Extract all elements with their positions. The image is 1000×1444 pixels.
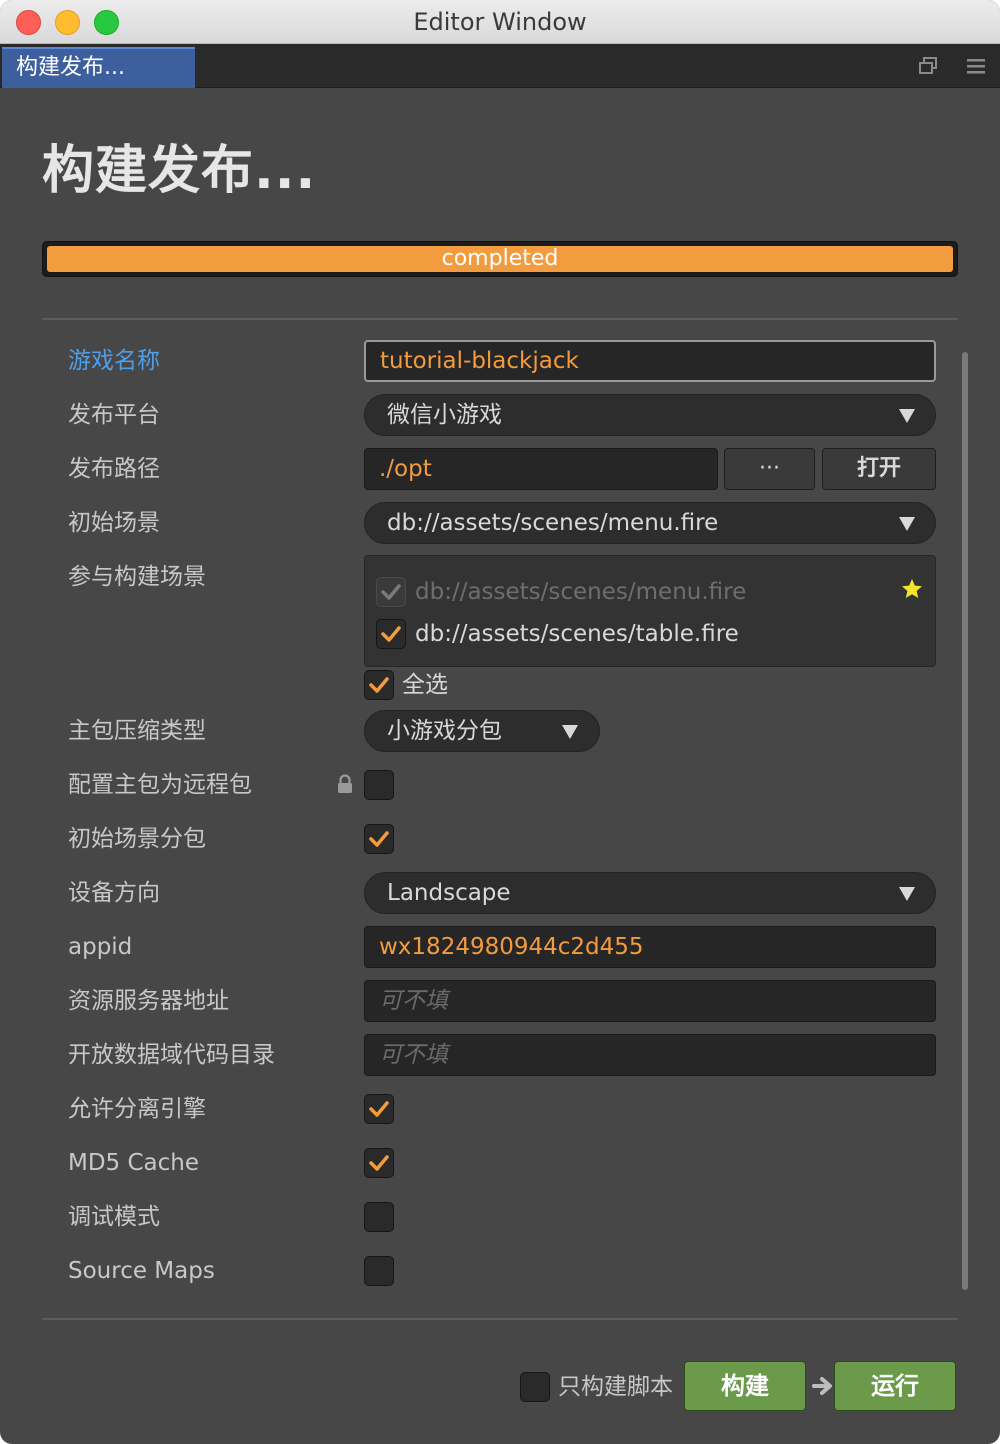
source-maps-label: Source Maps: [68, 1258, 215, 1284]
appid-label: appid: [68, 934, 133, 960]
separate-engine-label: 允许分离引擎: [68, 1096, 206, 1122]
scene-path-menu: db://assets/scenes/menu.fire: [415, 579, 747, 605]
game-name-input[interactable]: tutorial-blackjack: [364, 340, 936, 382]
orientation-select[interactable]: Landscape: [364, 872, 936, 914]
remote-main-label: 配置主包为远程包: [68, 772, 252, 798]
platform-label: 发布平台: [68, 402, 160, 428]
bottom-divider: [42, 1318, 958, 1320]
compression-value: 小游戏分包: [387, 718, 502, 744]
page-title: 构建发布...: [42, 141, 317, 201]
scenes-label: 参与构建场景: [68, 564, 206, 590]
top-divider: [42, 318, 958, 320]
compression-label: 主包压缩类型: [68, 718, 206, 744]
menu-icon[interactable]: [966, 56, 986, 76]
editor-window: Editor Window 构建发布... 构建发布... completed …: [0, 0, 1000, 1444]
start-scene-label: 初始场景: [68, 510, 160, 536]
orientation-value: Landscape: [387, 880, 511, 906]
path-input[interactable]: ./opt: [364, 448, 718, 490]
start-scene-subpackage-label: 初始场景分包: [68, 826, 206, 852]
build-button[interactable]: 构建: [684, 1361, 806, 1411]
select-all-label: 全选: [402, 672, 448, 698]
lock-icon: [336, 774, 354, 798]
scene-path-table: db://assets/scenes/table.fire: [415, 621, 739, 647]
scripts-only-checkbox[interactable]: [520, 1372, 550, 1402]
path-label: 发布路径: [68, 456, 160, 482]
appid-input[interactable]: wx1824980944c2d455: [364, 926, 936, 968]
open-button[interactable]: 打开: [822, 448, 936, 490]
scripts-only-label: 只构建脚本: [558, 1374, 673, 1400]
scene-checkbox-menu: [376, 577, 406, 607]
browse-button[interactable]: ···: [724, 448, 815, 490]
chevron-down-icon: [899, 409, 915, 423]
scrollbar[interactable]: [962, 352, 968, 1290]
md5-cache-checkbox[interactable]: [364, 1148, 394, 1178]
chevron-down-icon: [562, 725, 578, 739]
source-maps-checkbox[interactable]: [364, 1256, 394, 1286]
debug-label: 调试模式: [68, 1204, 160, 1230]
scene-checkbox-table[interactable]: [376, 619, 406, 649]
arrow-right-icon: [812, 1375, 834, 1401]
remote-server-input[interactable]: 可不填: [364, 980, 936, 1022]
chevron-down-icon: [899, 517, 915, 531]
remote-server-label: 资源服务器地址: [68, 988, 229, 1014]
progress-label: completed: [441, 246, 559, 271]
platform-value: 微信小游戏: [387, 402, 502, 428]
star-icon: [900, 577, 924, 605]
open-data-input[interactable]: 可不填: [364, 1034, 936, 1076]
compression-select[interactable]: 小游戏分包: [364, 710, 600, 752]
window-title: Editor Window: [413, 8, 587, 36]
orientation-label: 设备方向: [68, 880, 160, 906]
tab-build[interactable]: 构建发布...: [2, 47, 195, 88]
md5-cache-label: MD5 Cache: [68, 1150, 200, 1176]
chevron-down-icon: [899, 887, 915, 901]
run-button[interactable]: 运行: [834, 1361, 956, 1411]
remote-main-checkbox[interactable]: [364, 770, 394, 800]
debug-checkbox[interactable]: [364, 1202, 394, 1232]
start-scene-select[interactable]: db://assets/scenes/menu.fire: [364, 502, 936, 544]
scene-list: db://assets/scenes/menu.fire db://assets…: [364, 555, 936, 667]
platform-select[interactable]: 微信小游戏: [364, 394, 936, 436]
popout-icon[interactable]: [918, 56, 938, 76]
open-data-label: 开放数据域代码目录: [68, 1042, 275, 1068]
start-scene-subpackage-checkbox[interactable]: [364, 824, 394, 854]
select-all-checkbox[interactable]: [364, 670, 394, 700]
game-name-label: 游戏名称: [68, 348, 160, 374]
tab-bar: 构建发布...: [0, 44, 1000, 88]
separate-engine-checkbox[interactable]: [364, 1094, 394, 1124]
title-bar: Editor Window: [0, 0, 1000, 44]
build-progress-bar: completed: [42, 241, 958, 277]
start-scene-value: db://assets/scenes/menu.fire: [387, 510, 719, 536]
